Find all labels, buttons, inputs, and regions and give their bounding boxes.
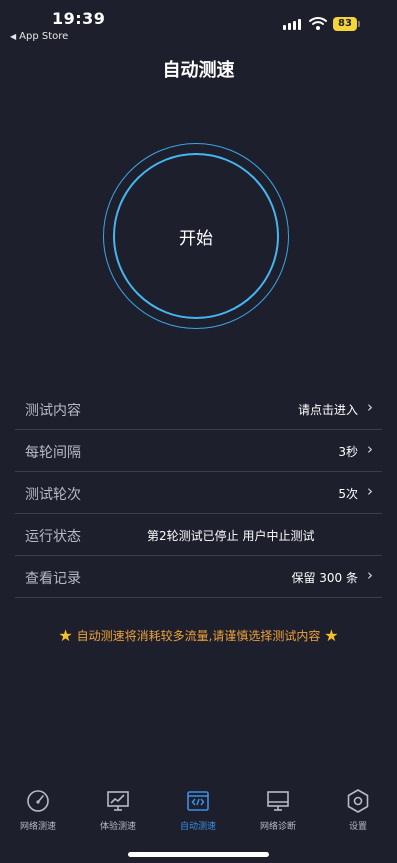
start-button-label: 开始 xyxy=(179,228,213,249)
setting-label: 每轮间隔 xyxy=(25,445,81,461)
setting-label: 运行状态 xyxy=(25,529,81,545)
chevron-right-icon: › xyxy=(367,566,373,584)
setting-label: 测试轮次 xyxy=(25,487,81,503)
setting-label: 查看记录 xyxy=(25,571,81,587)
star-icon: ★ xyxy=(58,626,73,645)
cellular-signal-icon xyxy=(283,18,303,30)
star-icon: ★ xyxy=(324,626,339,645)
setting-value: 保留 300 条 xyxy=(291,571,358,585)
hexagon-gear-icon xyxy=(347,789,369,813)
status-bar: 19:39 ◀ App Store 83 xyxy=(0,0,397,48)
chart-monitor-icon xyxy=(107,791,129,811)
notice-text: 自动测速将消耗较多流量,请谨慎选择测试内容 xyxy=(76,629,321,643)
run-status-value: 第2轮测试已停止 用户中止测试 xyxy=(147,529,315,543)
traffic-notice: ★ 自动测速将消耗较多流量,请谨慎选择测试内容 ★ xyxy=(0,626,397,645)
tab-network-diagnosis[interactable]: 网络诊断 xyxy=(243,788,313,832)
tab-label: 网络测速 xyxy=(19,822,56,832)
battery-tip xyxy=(358,21,360,27)
back-app-label: App Store xyxy=(19,31,69,42)
back-to-app-link[interactable]: ◀ App Store xyxy=(10,31,68,42)
page-title: 自动测速 xyxy=(162,60,235,81)
tab-label: 自动测速 xyxy=(179,822,216,832)
settings-list: 测试内容 请点击进入 › 每轮间隔 3秒 › 测试轮次 5次 › 运行状态 第2… xyxy=(15,388,382,598)
chevron-right-icon: › xyxy=(367,482,373,500)
tab-label: 体验测速 xyxy=(99,822,136,832)
code-monitor-icon xyxy=(187,791,209,811)
tab-auto-speed[interactable]: 自动测速 xyxy=(163,788,233,832)
tab-label: 设置 xyxy=(348,822,367,832)
setting-row-rounds[interactable]: 测试轮次 5次 › xyxy=(15,472,382,514)
setting-value: 3秒 xyxy=(338,445,358,459)
back-arrow-icon: ◀ xyxy=(10,32,17,41)
tab-bar: 网络测速 体验测速 自动测速 网络诊断 设置 xyxy=(0,788,397,838)
home-indicator xyxy=(128,852,269,857)
speedometer-icon xyxy=(27,790,49,812)
chevron-right-icon: › xyxy=(367,440,373,458)
setting-row-test-content[interactable]: 测试内容 请点击进入 › xyxy=(15,388,382,430)
monitor-icon xyxy=(267,791,289,811)
setting-row-run-status: 运行状态 第2轮测试已停止 用户中止测试 xyxy=(15,514,382,556)
setting-label: 测试内容 xyxy=(25,403,81,419)
setting-value: 请点击进入 xyxy=(297,403,358,417)
wifi-icon xyxy=(309,17,327,30)
setting-row-interval[interactable]: 每轮间隔 3秒 › xyxy=(15,430,382,472)
tab-experience-speed[interactable]: 体验测速 xyxy=(83,788,153,832)
tab-label: 网络诊断 xyxy=(259,822,296,832)
tab-network-speed[interactable]: 网络测速 xyxy=(3,788,73,832)
setting-row-records[interactable]: 查看记录 保留 300 条 › xyxy=(15,556,382,598)
tab-settings[interactable]: 设置 xyxy=(323,788,393,832)
start-button[interactable]: 开始 xyxy=(113,153,279,319)
battery-icon: 83 xyxy=(333,17,357,31)
setting-value: 5次 xyxy=(338,487,358,501)
chevron-right-icon: › xyxy=(367,398,373,416)
status-time: 19:39 xyxy=(52,9,106,28)
